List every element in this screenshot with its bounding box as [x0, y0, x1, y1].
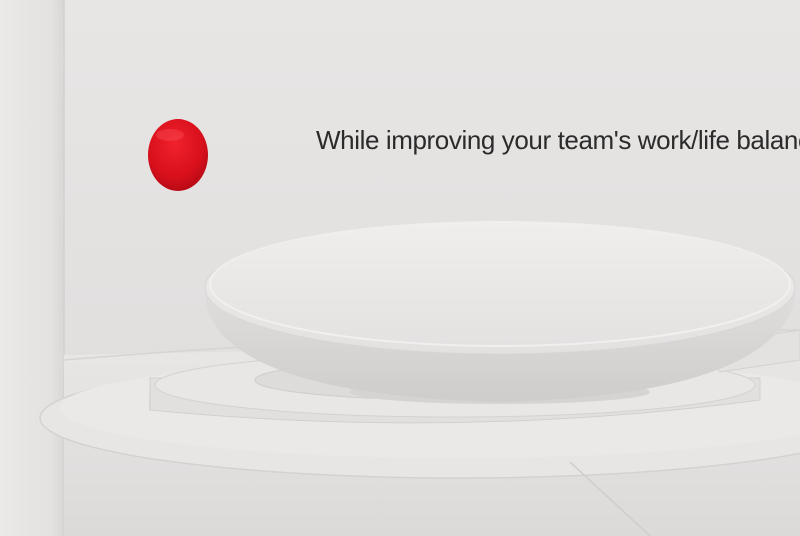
- scene-illustration: [0, 0, 800, 536]
- disc-top: [204, 221, 796, 355]
- scene: While improving your team's work/life ba…: [0, 0, 800, 536]
- left-panel: [0, 0, 64, 536]
- headline: While improving your team's work/life ba…: [316, 125, 800, 155]
- red-dot-icon: [148, 119, 208, 191]
